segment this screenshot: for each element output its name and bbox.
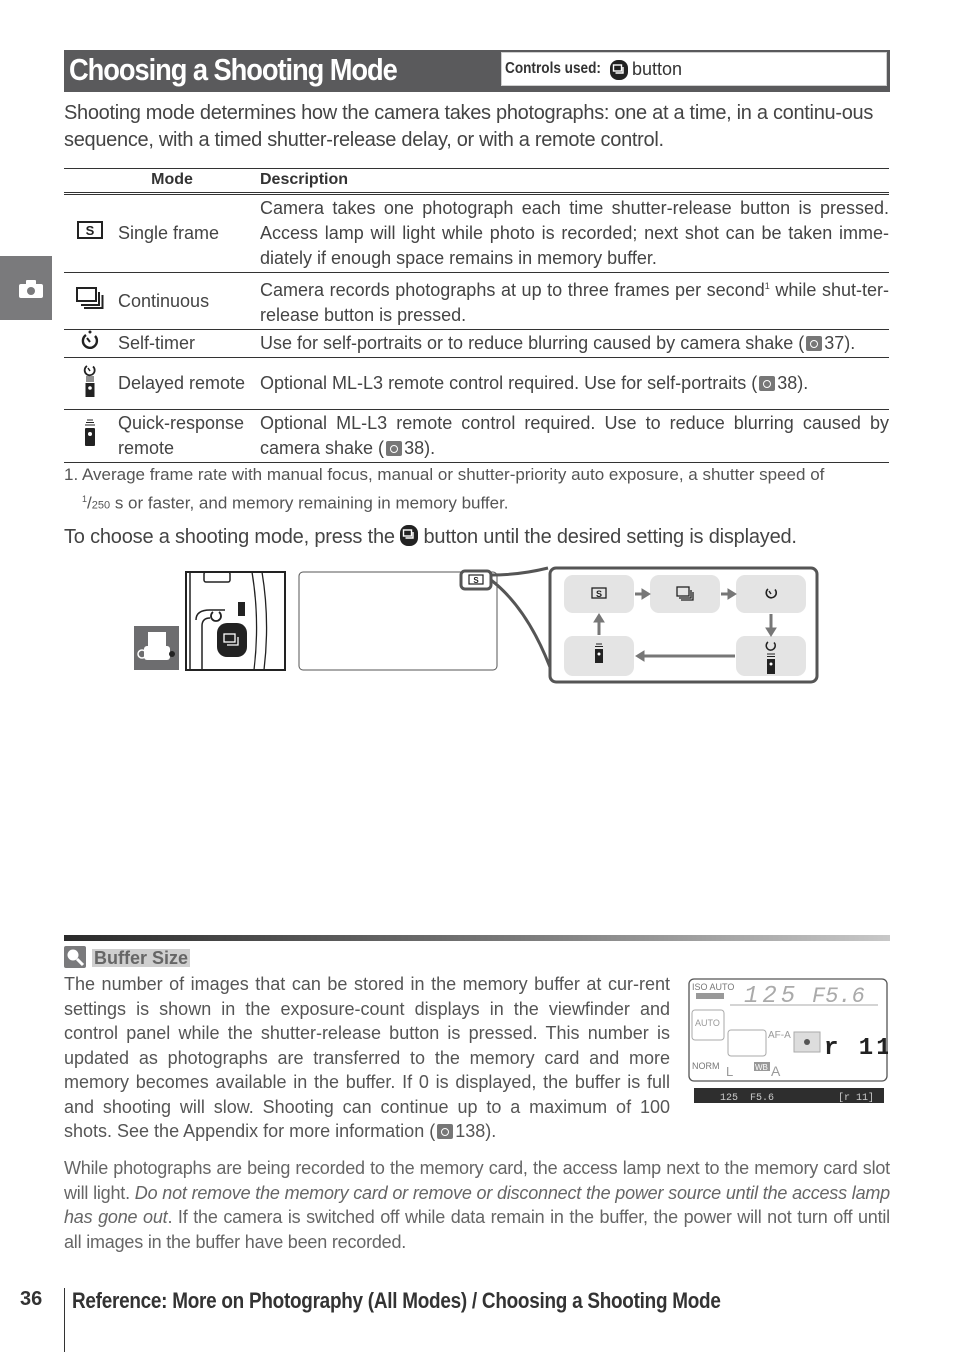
table-row: Delayed remote Optional ML-L3 remote con…: [64, 357, 889, 410]
mode-description: Camera takes one photograph each time sh…: [260, 193, 889, 273]
camera-top-thumbnail: [134, 626, 179, 670]
controls-used-label: Controls used:: [505, 60, 601, 77]
lcd-shutter: 125: [744, 983, 799, 1010]
svg-text:S: S: [473, 576, 479, 585]
continuous-icon: [76, 286, 104, 309]
lcd-quality: NORM: [692, 1061, 720, 1071]
table-row: S Single frame Camera takes one photogra…: [64, 193, 889, 273]
svg-text:S: S: [86, 223, 95, 238]
footnote: 1. Average frame rate with manual focus,…: [64, 462, 890, 519]
viewfinder-shutter: 125: [720, 1093, 738, 1104]
cycle-step-single-frame: S: [564, 575, 634, 613]
control-panel-outline: [298, 571, 498, 671]
table-header-row: Mode Description: [64, 168, 889, 195]
instruction-text: To choose a shooting mode, press the but…: [64, 525, 797, 548]
controls-used-value: button: [632, 59, 683, 79]
svg-text:S: S: [596, 589, 602, 599]
delayed-remote-icon: [83, 365, 96, 397]
lcd-size: L: [726, 1064, 733, 1079]
table-row: Continuous Camera records photographs at…: [64, 272, 889, 330]
section-tab: [0, 256, 52, 320]
page-reference[interactable]: 38: [404, 438, 424, 458]
viewfinder-buffer: [r 11]: [838, 1092, 874, 1104]
mode-name: Self-timer: [116, 329, 260, 358]
page-reference-icon: [759, 376, 776, 391]
mode-description: Optional ML-L3 remote control required. …: [260, 357, 889, 410]
viewfinder-aperture: F5.6: [750, 1093, 774, 1104]
mode-name: Continuous: [116, 272, 260, 330]
camera-closeup-illustration: [185, 571, 286, 671]
fraction-numerator: 1: [82, 494, 88, 504]
note-body: The number of images that can be stored …: [64, 974, 670, 1141]
intro-paragraph: Shooting mode determines how the camera …: [64, 102, 874, 151]
lcd-buffer: r 11: [824, 1035, 888, 1062]
control-panel-illustration: ISO AUTO 125 F5.6 AUTO AF-A r 11 NORM L …: [688, 978, 888, 1104]
page-reference-icon: [806, 336, 823, 351]
table-row: Quick-response remote Optional ML-L3 rem…: [64, 409, 889, 463]
lcd-af: AF-A: [768, 1030, 791, 1041]
access-lamp-paragraph: While photographs are being recorded to …: [64, 1158, 890, 1252]
page-reference[interactable]: 138: [455, 1121, 485, 1141]
callout-connector: [490, 566, 556, 679]
footer-divider: [64, 1288, 65, 1352]
mode-cycle-diagram: S S: [134, 566, 819, 684]
mode-name: Single frame: [116, 193, 260, 273]
camera-icon: [19, 280, 43, 298]
table-row: Self-timer Use for self-portraits or to …: [64, 329, 889, 358]
fraction-denominator: 250: [91, 499, 111, 512]
magnifier-note-icon: [64, 946, 86, 968]
lcd-iso: ISO AUTO: [692, 982, 734, 992]
note-title: Buffer Size: [92, 948, 191, 968]
lcd-flash: AUTO: [695, 1018, 720, 1028]
mode-name: Delayed remote: [116, 357, 260, 410]
quick-response-remote-icon: [85, 419, 95, 446]
mode-description: Camera records photographs at up to thre…: [260, 272, 889, 330]
page-number: 36: [20, 1288, 43, 1310]
cycle-step-delayed-remote: [736, 636, 806, 676]
footnote-line: 1. Average frame rate with manual focus,…: [64, 465, 825, 484]
mode-description: Optional ML-L3 remote control required. …: [260, 409, 889, 463]
release-mode-button-icon: [610, 60, 628, 80]
page-reference-icon: [437, 1124, 454, 1139]
note-divider: [64, 935, 890, 941]
release-mode-button-icon: [400, 525, 419, 546]
cycle-step-quick-response-remote: [564, 636, 634, 676]
shooting-mode-table: Mode Description S Single frame Camera t…: [64, 168, 889, 463]
column-header-mode: Mode: [64, 168, 260, 195]
cycle-step-self-timer: [736, 575, 806, 613]
controls-used-box: Controls used: button: [501, 52, 887, 86]
mode-description: Use for self-portraits or to reduce blur…: [260, 329, 889, 358]
footer-breadcrumb: Reference: More on Photography (All Mode…: [72, 1288, 721, 1313]
lcd-wb-label: WB: [755, 1063, 768, 1072]
page-reference[interactable]: 37: [824, 333, 844, 353]
column-header-description: Description: [260, 168, 889, 195]
mode-name: Quick-response remote: [116, 409, 260, 463]
page-reference[interactable]: 38: [777, 373, 797, 393]
lcd-wb-value: A: [771, 1063, 781, 1079]
self-timer-icon: [81, 330, 99, 349]
single-frame-icon: S: [77, 221, 103, 239]
cycle-step-continuous: [650, 575, 720, 613]
page-reference-icon: [386, 441, 403, 456]
page-title: Choosing a Shooting Mode: [69, 52, 398, 87]
